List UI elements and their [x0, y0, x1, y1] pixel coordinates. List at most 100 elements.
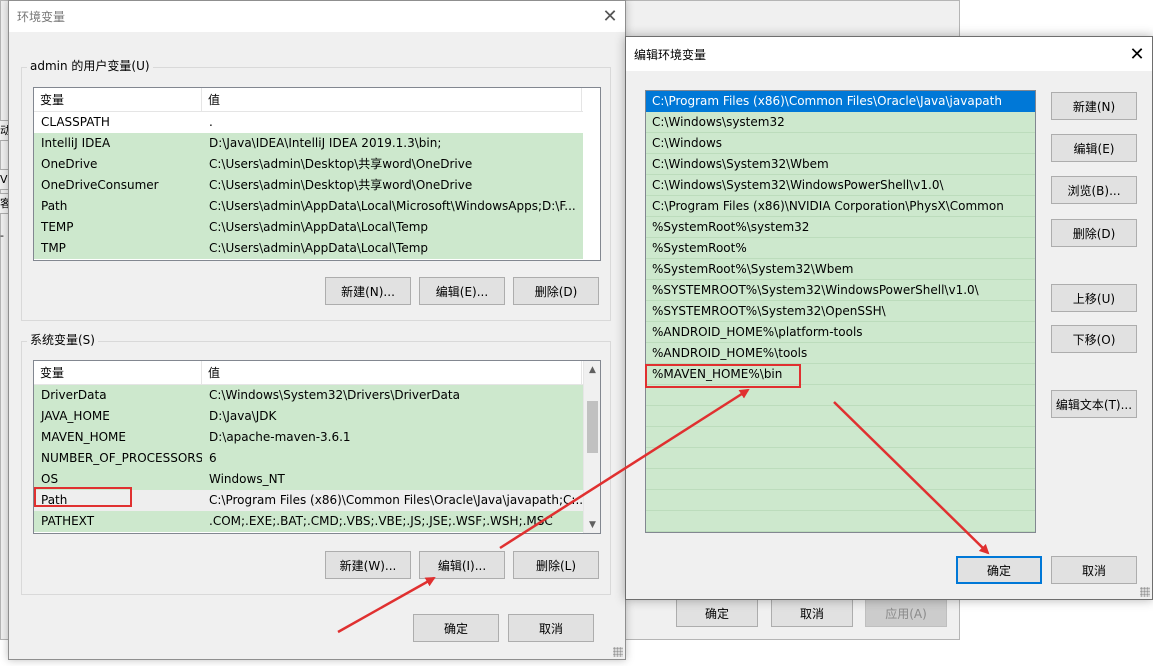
variable-name-cell: TMP	[41, 241, 66, 255]
variable-name-cell: NUMBER_OF_PROCESSORS	[41, 451, 202, 465]
edit-cancel-button[interactable]: 取消	[1051, 556, 1137, 584]
variable-name-cell: JAVA_HOME	[41, 409, 110, 423]
user-list-header: 变量 值	[34, 88, 583, 112]
empty-list-row[interactable]	[646, 406, 1035, 427]
column-header-value[interactable]: 值	[202, 361, 582, 385]
table-row[interactable]: TEMP C:\Users\admin\AppData\Local\Temp	[34, 217, 583, 238]
edit-delete-button[interactable]: 删除(D)	[1051, 219, 1137, 247]
move-up-button[interactable]: 上移(U)	[1051, 284, 1137, 312]
variable-name-cell: PATHEXT	[41, 514, 95, 528]
edit-text-button[interactable]: 编辑文本(T)...	[1051, 390, 1137, 418]
table-row[interactable]: JAVA_HOME D:\Java\JDK	[34, 406, 583, 427]
environment-variables-dialog: 环境变量 ✕ admin 的用户变量(U) 变量 值 CLASSPATH. Int…	[8, 0, 626, 660]
table-row[interactable]: CLASSPATH.	[34, 112, 583, 133]
variable-value-cell: C:\Program Files (x86)\Common Files\Orac…	[209, 493, 583, 507]
variable-value-cell: 6	[209, 451, 217, 465]
variable-value-cell: Windows_NT	[209, 472, 285, 486]
column-header-variable[interactable]: 变量	[34, 361, 202, 385]
table-row[interactable]: IntelliJ IDEA D:\Java\IDEA\IntelliJ IDEA …	[34, 133, 583, 154]
user-list-scroll-area	[583, 112, 600, 260]
variable-name-cell: DriverData	[41, 388, 107, 402]
user-variables-label: admin 的用户变量(U)	[27, 59, 153, 73]
path-entry[interactable]: %SystemRoot%\System32\Wbem	[646, 259, 1035, 280]
edit-dialog-title: 编辑环境变量	[634, 47, 707, 62]
resize-grip-icon[interactable]	[1140, 587, 1150, 597]
path-entry[interactable]: %SYSTEMROOT%\System32\WindowsPowerShell\…	[646, 280, 1035, 301]
system-edit-button[interactable]: 编辑(I)...	[419, 551, 505, 579]
variable-name-cell: TEMP	[41, 220, 74, 234]
table-row[interactable]: DriverData C:\Windows\System32\Drivers\Dr…	[34, 385, 583, 406]
background-apply-button[interactable]: 应用(A)	[865, 599, 947, 627]
scroll-down-icon[interactable]: ▼	[584, 516, 600, 533]
empty-list-row[interactable]	[646, 511, 1035, 532]
path-entry[interactable]: %SystemRoot%\system32	[646, 217, 1035, 238]
variable-value-cell: .	[209, 115, 213, 129]
move-down-button[interactable]: 下移(O)	[1051, 325, 1137, 353]
variable-value-cell: C:\Users\admin\AppData\Local\Temp	[209, 241, 429, 255]
system-variables-list[interactable]: 变量 值 DriverData C:\Windows\System32\Drive…	[33, 360, 601, 534]
resize-grip-icon[interactable]	[613, 647, 623, 657]
scroll-up-icon[interactable]: ▲	[584, 361, 600, 378]
empty-list-row[interactable]	[646, 427, 1035, 448]
empty-list-row[interactable]	[646, 490, 1035, 511]
background-cancel-button[interactable]: 取消	[771, 599, 853, 627]
env-dialog-titlebar: 环境变量 ✕	[9, 1, 625, 32]
close-icon[interactable]: ✕	[595, 1, 625, 31]
variable-value-cell: C:\Users\admin\AppData\Local\Microsoft\W…	[209, 199, 576, 213]
system-list-scrollbar[interactable]: ▲ ▼	[583, 361, 600, 533]
table-row[interactable]: MAVEN_HOME D:\apache-maven-3.6.1	[34, 427, 583, 448]
path-highlight-box	[34, 487, 132, 507]
path-entry[interactable]: %SYSTEMROOT%\System32\OpenSSH\	[646, 301, 1035, 322]
system-new-button[interactable]: 新建(W)...	[325, 551, 411, 579]
variable-value-cell: D:\Java\IDEA\IntelliJ IDEA 2019.1.3\bin;	[209, 136, 442, 150]
variable-value-cell: C:\Users\admin\AppData\Local\Temp	[209, 220, 429, 234]
system-delete-button[interactable]: 删除(L)	[513, 551, 599, 579]
table-row[interactable]: NUMBER_OF_PROCESSORS 6	[34, 448, 583, 469]
table-row[interactable]: TMP C:\Users\admin\AppData\Local\Temp	[34, 238, 583, 259]
user-edit-button[interactable]: 编辑(E)...	[419, 277, 505, 305]
path-entry[interactable]: C:\Windows\System32\Wbem	[646, 154, 1035, 175]
path-entry[interactable]: %ANDROID_HOME%\tools	[646, 343, 1035, 364]
variable-value-cell: D:\Java\JDK	[209, 409, 277, 423]
path-entry[interactable]: C:\Windows\system32	[646, 112, 1035, 133]
path-entry[interactable]: %SystemRoot%	[646, 238, 1035, 259]
path-entry[interactable]: %ANDROID_HOME%\platform-tools	[646, 322, 1035, 343]
variable-name-cell: CLASSPATH	[41, 115, 110, 129]
variable-value-cell: D:\apache-maven-3.6.1	[209, 430, 351, 444]
path-entry[interactable]: C:\Windows\System32\WindowsPowerShell\v1…	[646, 175, 1035, 196]
user-variables-list[interactable]: 变量 值 CLASSPATH. IntelliJ IDEA D:\Java\IDEA…	[33, 87, 601, 261]
path-entries-list[interactable]: C:\Program Files (x86)\Common Files\Orac…	[645, 90, 1036, 533]
table-row[interactable]: OneDrive C:\Users\admin\Desktop\共享word\On…	[34, 154, 583, 175]
table-row[interactable]: PATHEXT .COM;.EXE;.BAT;.CMD;.VBS;.VBE;.JS…	[34, 511, 583, 532]
edit-environment-variable-dialog: 编辑环境变量 ✕ C:\Program Files (x86)\Common F…	[625, 36, 1153, 600]
column-header-variable[interactable]: 变量	[34, 88, 202, 112]
empty-list-row[interactable]	[646, 385, 1035, 406]
path-entry[interactable]: C:\Program Files (x86)\NVIDIA Corporatio…	[646, 196, 1035, 217]
variable-name-cell: Path	[41, 199, 68, 213]
background-tab-label: V	[0, 173, 8, 186]
close-icon[interactable]: ✕	[1122, 37, 1152, 71]
edit-new-button[interactable]: 新建(N)	[1051, 92, 1137, 120]
scrollbar-thumb[interactable]	[587, 401, 598, 453]
user-new-button[interactable]: 新建(N)...	[325, 277, 411, 305]
edit-ok-button[interactable]: 确定	[956, 556, 1042, 584]
env-ok-button[interactable]: 确定	[413, 614, 499, 642]
system-variables-label: 系统变量(S)	[27, 333, 98, 347]
variable-name-cell: MAVEN_HOME	[41, 430, 126, 444]
variable-name-cell: OneDriveConsumer	[41, 178, 159, 192]
table-row[interactable]: OneDriveConsumer C:\Users\admin\Desktop\共…	[34, 175, 583, 196]
empty-list-row[interactable]	[646, 469, 1035, 490]
variable-value-cell: C:\Windows\System32\Drivers\DriverData	[209, 388, 460, 402]
path-entry[interactable]: C:\Program Files (x86)\Common Files\Orac…	[646, 91, 1035, 112]
env-dialog-title: 环境变量	[17, 10, 66, 24]
background-ok-button[interactable]: 确定	[676, 599, 758, 627]
env-cancel-button[interactable]: 取消	[508, 614, 594, 642]
path-entry[interactable]: C:\Windows	[646, 133, 1035, 154]
edit-edit-button[interactable]: 编辑(E)	[1051, 134, 1137, 162]
browse-button[interactable]: 浏览(B)...	[1051, 176, 1137, 204]
column-header-value[interactable]: 值	[202, 88, 582, 112]
empty-list-row[interactable]	[646, 448, 1035, 469]
user-delete-button[interactable]: 删除(D)	[513, 277, 599, 305]
table-row[interactable]: Path C:\Users\admin\AppData\Local\Microso…	[34, 196, 583, 217]
system-list-header: 变量 值	[34, 361, 583, 385]
